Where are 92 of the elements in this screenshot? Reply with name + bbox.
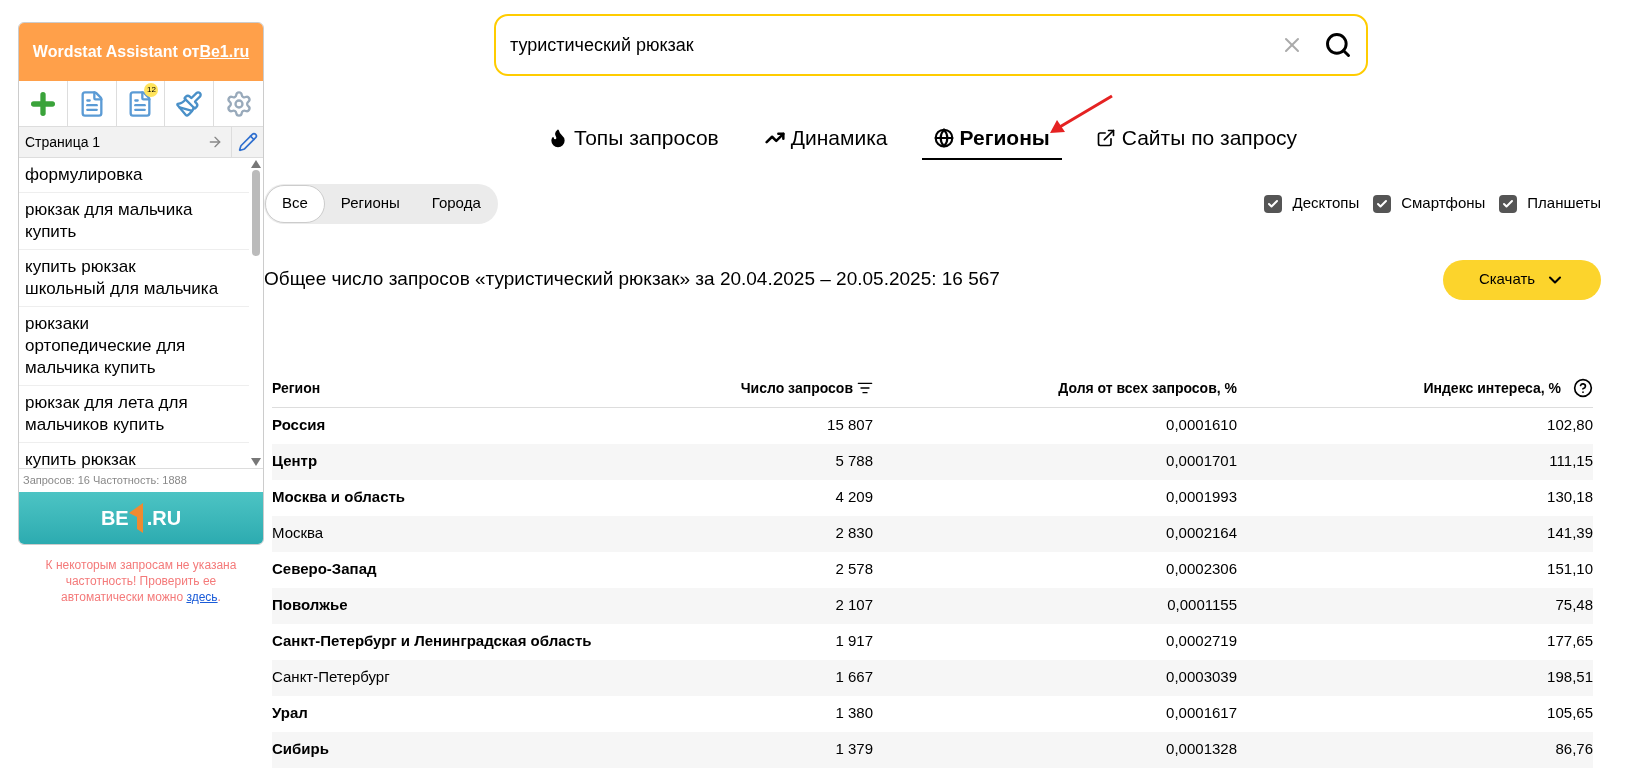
table-cell: 4 209: [835, 488, 873, 506]
table-cell: 198,51: [1547, 668, 1593, 686]
column-header[interactable]: Число запросов: [740, 377, 853, 399]
table-cell: 75,48: [1555, 596, 1593, 614]
table-cell: 1 917: [835, 632, 873, 650]
query-item[interactable]: рюкзак для лета для мальчиков купить: [19, 386, 249, 443]
table-cell: 105,65: [1547, 704, 1593, 722]
warning-note: К некоторым запросам не указана частотность! Проверить ее автоматически можно здесь.: [44, 556, 238, 605]
query-item[interactable]: купить рюкзак школьный для мальчика: [19, 250, 249, 307]
table-cell: Москва и область: [272, 488, 406, 506]
page-label: Страница 1: [24, 132, 102, 152]
nav-tab[interactable]: Динамика: [752, 122, 900, 160]
filter-pill[interactable]: Регионы: [324, 184, 416, 223]
check-icon: [1376, 197, 1389, 210]
settings-icon: [224, 89, 253, 118]
table-cell: 86,76: [1555, 740, 1593, 758]
table-cell: 1 667: [835, 668, 873, 686]
help-icon[interactable]: [1573, 378, 1593, 398]
table-cell: Санкт-Петербург: [272, 668, 390, 686]
table-cell: 0,0003039: [1166, 668, 1237, 686]
search-icon[interactable]: [1324, 31, 1352, 59]
table-cell: 1 379: [835, 740, 873, 758]
column-header[interactable]: Доля от всех запросов, %: [1058, 377, 1237, 399]
table-cell: Урал: [272, 704, 308, 722]
search-input[interactable]: туристический рюкзак: [510, 31, 1280, 59]
table-cell: Северо-Запад: [272, 560, 377, 578]
query-item[interactable]: рюкзаки ортопедические для мальчика купить: [19, 307, 249, 386]
table-cell: 0,0001993: [1166, 488, 1237, 506]
query-item[interactable]: купить рюкзак: [19, 443, 249, 468]
table-cell: 2 578: [835, 560, 873, 578]
search-field[interactable]: туристический рюкзак: [494, 14, 1368, 76]
table-cell: 0,0001617: [1166, 704, 1237, 722]
device-checkbox[interactable]: [1264, 194, 1283, 213]
brush-icon: [175, 89, 204, 118]
scroll-thumb[interactable]: [252, 170, 260, 256]
check-icon: [1502, 197, 1515, 210]
table-cell: Москва: [272, 524, 324, 542]
table-cell: 151,10: [1547, 560, 1593, 578]
table-cell: 5 788: [835, 452, 873, 470]
device-checkbox[interactable]: [1499, 194, 1518, 213]
external-link-icon: [1095, 127, 1116, 148]
device-label: Десктопы: [1292, 193, 1360, 214]
logo-text: BE: [100, 505, 129, 531]
table-cell: 111,15: [1549, 452, 1593, 470]
logo-text: .RU: [146, 505, 182, 531]
table-cell: 1 380: [835, 704, 873, 722]
assistant-title: Wordstat Assistant от: [32, 42, 200, 62]
table-cell: 130,18: [1547, 488, 1593, 506]
query-item[interactable]: рюкзак для мальчика купить: [19, 193, 249, 250]
stats-text: Запросов: 16 Частотность: 1888: [19, 468, 263, 492]
table-cell: Санкт-Петербург и Ленинградская область: [272, 632, 592, 650]
table-cell: 102,80: [1547, 416, 1593, 434]
arrow-icon[interactable]: [207, 134, 223, 150]
device-label: Планшеты: [1527, 193, 1601, 214]
scroll-up-icon[interactable]: [251, 160, 261, 168]
annotation-arrow: [1048, 94, 1114, 136]
device-checkbox[interactable]: [1373, 194, 1392, 213]
column-header[interactable]: Индекс интереса, %: [1423, 377, 1561, 399]
table-cell: Сибирь: [272, 740, 329, 758]
scroll-down-icon[interactable]: [251, 458, 261, 466]
table-cell: 0,0001610: [1166, 416, 1237, 434]
download-button[interactable]: Скачать: [1443, 259, 1601, 300]
check-icon: [1267, 197, 1280, 210]
table-cell: 0,0002306: [1166, 560, 1237, 578]
summary-text: Общее число запросов «туристический рюкзак» за 20.04.2025 – 20.05.2025: 16 567: [264, 267, 1001, 292]
filter-pill[interactable]: Города: [415, 184, 497, 223]
column-header[interactable]: Регион: [272, 377, 321, 399]
table-cell: 2 107: [835, 596, 873, 614]
globe-icon: [933, 127, 954, 148]
count-badge: 12: [144, 83, 159, 97]
sort-icon[interactable]: [857, 380, 873, 396]
nav-tab[interactable]: Сайты по запросу: [1083, 122, 1310, 160]
table-cell: 2 830: [835, 524, 873, 542]
table-cell: Центр: [272, 452, 318, 470]
table-cell: 0,0002164: [1166, 524, 1237, 542]
query-item[interactable]: формулировка: [19, 158, 249, 193]
table-cell: 0,0001328: [1166, 740, 1237, 758]
here-link[interactable]: здесь: [186, 589, 218, 604]
device-label: Смартфоны: [1401, 193, 1486, 214]
table-cell: 177,65: [1547, 632, 1593, 650]
table-cell: Россия: [272, 416, 326, 434]
flame-icon: [548, 127, 568, 148]
table-cell: 0,0001155: [1167, 596, 1237, 614]
table-cell: 15 807: [827, 416, 873, 434]
pencil-icon: [237, 132, 258, 152]
documents-button[interactable]: 12: [116, 81, 166, 126]
table-cell: 0,0002719: [1166, 632, 1237, 650]
table-cell: Поволжье: [272, 596, 348, 614]
table-cell: 0,0001701: [1166, 452, 1237, 470]
filter-pill[interactable]: Все: [265, 184, 325, 223]
table-cell: 141,39: [1547, 524, 1593, 542]
nav-tab[interactable]: Топы запросов: [536, 122, 731, 160]
